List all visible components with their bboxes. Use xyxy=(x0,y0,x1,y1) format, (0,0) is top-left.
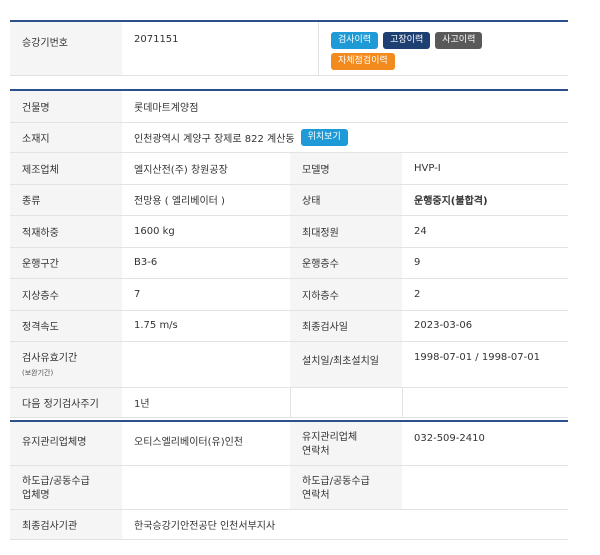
validity-label-cell: 검사유효기간 (보완기간) xyxy=(10,342,122,387)
validity-sub-label: (보완기간) xyxy=(22,369,54,377)
detail-row-value-2: HVP-Ⅰ xyxy=(402,153,568,184)
view-location-button[interactable]: 위치보기 xyxy=(300,129,348,146)
self-inspection-history-button[interactable]: 자체점검이력 xyxy=(331,53,395,70)
detail-row-label-1: 종류 xyxy=(10,184,122,215)
address-value: 인천광역시 계양구 장제로 822 계산동 xyxy=(134,134,295,145)
maint-contact-value: 032-509-2410 xyxy=(402,422,568,465)
building-row: 건물명 롯데마트계양점 xyxy=(10,91,568,123)
address-row: 소재지 인천광역시 계양구 장제로 822 계산동 위치보기 xyxy=(10,123,568,153)
next-inspection-empty-1 xyxy=(290,388,402,417)
address-label: 소재지 xyxy=(10,123,122,152)
detail-row-value-2: 2023-03-06 xyxy=(402,310,568,341)
subcontract-row: 하도급/공동수급 업체명 하도급/공동수급 연락처 xyxy=(10,466,568,510)
detail-row-label-2: 운행층수 xyxy=(290,247,402,278)
maint-contact-label-line2: 연락처 xyxy=(302,446,330,457)
subcontract-label-cell: 하도급/공동수급 업체명 xyxy=(10,466,122,509)
maint-company-row: 유지관리업체명 오티스엘리베이터(유)인천 유지관리업체 연락처 032-509… xyxy=(10,422,568,466)
detail-row-value-1: 엘지산전(주) 창원공장 xyxy=(122,153,290,184)
agency-row: 최종검사기관 한국승강기안전공단 인천서부지사 xyxy=(10,510,568,540)
elevator-number-row: 승강기번호 2071151 검사이력 고장이력 사고이력 자체점검이력 xyxy=(10,22,568,76)
detail-row-label-2: 최대정원 xyxy=(290,216,402,247)
detail-row: 적재하중 1600 kg 최대정원 24 xyxy=(10,216,568,248)
detail-row-value-1: 1.75 m/s xyxy=(122,310,290,341)
maint-contact-label-line1: 유지관리업체 xyxy=(302,432,358,443)
detail-row-value-1: 1600 kg xyxy=(122,216,290,247)
agency-label: 최종검사기관 xyxy=(10,510,122,539)
detail-row-label-1: 지상층수 xyxy=(10,279,122,310)
inspection-history-button[interactable]: 검사이력 xyxy=(331,32,379,49)
agency-value: 한국승강기안전공단 인천서부지사 xyxy=(122,510,568,539)
detail-row-label-2: 지하층수 xyxy=(290,279,402,310)
detail-row: 운행구간 B3-6 운행층수 9 xyxy=(10,247,568,279)
validity-label: 검사유효기간 xyxy=(22,353,78,364)
detail-row-value-1: B3-6 xyxy=(122,247,290,278)
subcontract-label-line1: 하도급/공동수급 xyxy=(22,476,90,487)
validity-value xyxy=(122,342,290,387)
next-inspection-empty-2 xyxy=(402,388,568,417)
detail-row-label-1: 운행구간 xyxy=(10,247,122,278)
history-buttons: 검사이력 고장이력 사고이력 자체점검이력 xyxy=(318,22,568,75)
detail-row: 종류 전망용 ( 엘리베이터 ) 상태 운행중지(불합격) xyxy=(10,184,568,216)
detail-row-value-2: 2 xyxy=(402,279,568,310)
elevator-detail-table: 건물명 롯데마트계양점 소재지 인천광역시 계양구 장제로 822 계산동 위치… xyxy=(10,89,568,418)
subcontract-contact-label-line2: 연락처 xyxy=(302,490,330,501)
detail-row-label-1: 제조업체 xyxy=(10,153,122,184)
detail-row-label-2: 모델명 xyxy=(290,153,402,184)
subcontract-contact-label-line1: 하도급/공동수급 xyxy=(302,476,370,487)
detail-row-label-2: 상태 xyxy=(290,184,402,215)
validity-row: 검사유효기간 (보완기간) 설치일/최초설치일 1998-07-01 / 199… xyxy=(10,342,568,388)
detail-row: 정격속도 1.75 m/s 최종검사일 2023-03-06 xyxy=(10,310,568,342)
detail-row-label-2: 최종검사일 xyxy=(290,310,402,341)
install-date-label: 설치일/최초설치일 xyxy=(290,342,402,387)
detail-row-value-1: 7 xyxy=(122,279,290,310)
building-value: 롯데마트계양점 xyxy=(122,91,568,122)
accident-history-button[interactable]: 사고이력 xyxy=(435,32,483,49)
detail-row-label-1: 정격속도 xyxy=(10,310,122,341)
failure-history-button[interactable]: 고장이력 xyxy=(383,32,431,49)
subcontract-label-line2: 업체명 xyxy=(22,490,50,501)
elevator-number-value: 2071151 xyxy=(122,22,318,75)
maint-company-value: 오티스엘리베이터(유)인천 xyxy=(122,422,290,465)
elevator-number-table: 승강기번호 2071151 검사이력 고장이력 사고이력 자체점검이력 xyxy=(10,20,568,76)
detail-row-value-1: 전망용 ( 엘리베이터 ) xyxy=(122,184,290,215)
detail-row: 제조업체 엘지산전(주) 창원공장 모델명 HVP-Ⅰ xyxy=(10,153,568,185)
subcontract-contact-value xyxy=(402,466,568,509)
install-date-value: 1998-07-01 / 1998-07-01 xyxy=(402,342,568,387)
detail-row: 지상층수 7 지하층수 2 xyxy=(10,279,568,311)
detail-row-label-1: 적재하중 xyxy=(10,216,122,247)
building-label: 건물명 xyxy=(10,91,122,122)
maint-company-label: 유지관리업체명 xyxy=(10,422,122,465)
subcontract-value xyxy=(122,466,290,509)
maint-contact-label-cell: 유지관리업체 연락처 xyxy=(290,422,402,465)
next-inspection-value: 1년 xyxy=(122,388,290,417)
detail-row-value-2: 운행중지(불합격) xyxy=(402,184,568,215)
detail-row-value-2: 9 xyxy=(402,247,568,278)
elevator-number-label: 승강기번호 xyxy=(10,22,122,75)
address-cell: 인천광역시 계양구 장제로 822 계산동 위치보기 xyxy=(122,123,568,152)
maintenance-table: 유지관리업체명 오티스엘리베이터(유)인천 유지관리업체 연락처 032-509… xyxy=(10,420,568,540)
detail-rows: 제조업체 엘지산전(주) 창원공장 모델명 HVP-Ⅰ 종류 전망용 ( 엘리베이터 ) 상… xyxy=(10,153,568,342)
next-inspection-label: 다음 정기검사주기 xyxy=(10,388,122,417)
next-inspection-row: 다음 정기검사주기 1년 xyxy=(10,388,568,418)
detail-row-value-2: 24 xyxy=(402,216,568,247)
subcontract-contact-label-cell: 하도급/공동수급 연락처 xyxy=(290,466,402,509)
